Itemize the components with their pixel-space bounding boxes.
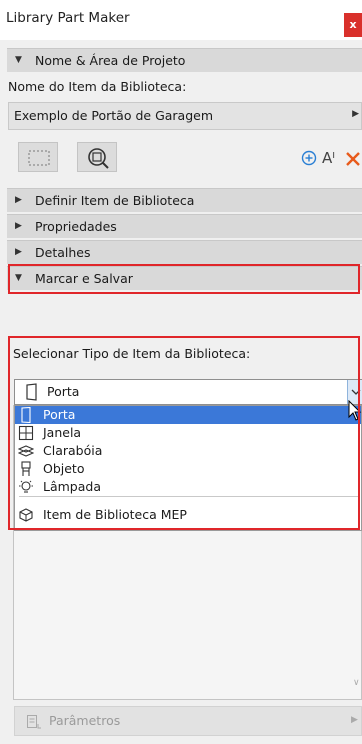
dropdown-option-label: Objeto	[43, 461, 85, 476]
item-type-select[interactable]: Porta	[14, 379, 362, 405]
item-type-selected-value: Porta	[47, 384, 80, 399]
lamp-icon	[19, 480, 33, 493]
select-area-button[interactable]	[18, 142, 58, 172]
section-propriedades-header[interactable]: ▶ Propriedades	[7, 214, 362, 238]
item-type-dropdown-list: Porta Janela Clarabóia Objeto Lâmpada It…	[14, 405, 362, 531]
section-marcar-salvar-header[interactable]: ▼ Marcar e Salvar	[7, 266, 362, 290]
item-name-field[interactable]: Exemplo de Portão de Garagem ▶	[8, 102, 362, 130]
parametros-button[interactable]: Parâmetros ▶	[14, 706, 362, 736]
mep-icon	[19, 508, 33, 522]
door-icon	[21, 407, 31, 423]
zoom-selection-button[interactable]	[77, 142, 117, 172]
title-bar: Library Part Maker x	[0, 0, 362, 40]
object-icon	[21, 461, 31, 476]
dropdown-option-objeto[interactable]: Objeto	[15, 460, 361, 478]
dropdown-option-label: Item de Biblioteca MEP	[43, 507, 187, 522]
marquee-icon	[28, 150, 50, 166]
section-nome-area-label: Nome & Área de Projeto	[35, 53, 186, 68]
add-circle-icon[interactable]	[301, 150, 317, 166]
section-definir-header[interactable]: ▶ Definir Item de Biblioteca	[7, 188, 362, 212]
section-propriedades-label: Propriedades	[35, 219, 117, 234]
delete-x-icon[interactable]	[344, 150, 362, 168]
dropdown-option-label: Clarabóia	[43, 443, 103, 458]
section-nome-area-header[interactable]: ▼ Nome & Área de Projeto	[7, 48, 362, 72]
dropdown-divider	[19, 496, 359, 497]
window-icon	[18, 425, 34, 441]
dropdown-option-claraboia[interactable]: Clarabóia	[15, 442, 361, 460]
mouse-cursor-icon	[348, 400, 362, 421]
dropdown-option-label: Lâmpada	[43, 479, 101, 494]
dropdown-option-janela[interactable]: Janela	[15, 424, 361, 442]
dropdown-option-porta[interactable]: Porta	[15, 406, 361, 424]
close-button[interactable]: x	[344, 13, 362, 37]
section-marcar-salvar-label: Marcar e Salvar	[35, 271, 133, 286]
parameters-icon	[27, 715, 41, 729]
window-title: Library Part Maker	[6, 10, 130, 26]
zoom-to-selection-icon	[88, 148, 109, 169]
chevron-right-icon: ▶	[351, 715, 358, 725]
skylight-icon	[18, 445, 34, 457]
item-name-value: Exemplo de Portão de Garagem	[14, 108, 214, 123]
scroll-down-icon[interactable]: ∨	[353, 678, 360, 688]
dropdown-option-lampada[interactable]: Lâmpada	[15, 478, 361, 496]
section-definir-label: Definir Item de Biblioteca	[35, 193, 195, 208]
text-size-icon[interactable]: Aᴵ	[322, 149, 335, 167]
door-icon	[26, 383, 37, 401]
chevron-right-icon: ▶	[352, 109, 359, 119]
dropdown-option-label: Porta	[43, 407, 76, 422]
expanded-triangle-icon: ▼	[15, 273, 22, 283]
parametros-label: Parâmetros	[49, 713, 121, 728]
collapsed-triangle-icon: ▶	[15, 195, 22, 205]
select-type-label: Selecionar Tipo de Item da Biblioteca:	[13, 346, 251, 361]
dropdown-option-label: Janela	[43, 425, 82, 440]
section-detalhes-header[interactable]: ▶ Detalhes	[7, 240, 362, 264]
item-name-label: Nome do Item da Biblioteca:	[8, 79, 187, 94]
expanded-triangle-icon: ▼	[15, 55, 22, 65]
collapsed-triangle-icon: ▶	[15, 247, 22, 257]
collapsed-triangle-icon: ▶	[15, 221, 22, 231]
section-detalhes-label: Detalhes	[35, 245, 91, 260]
dropdown-option-mep[interactable]: Item de Biblioteca MEP	[15, 506, 361, 524]
